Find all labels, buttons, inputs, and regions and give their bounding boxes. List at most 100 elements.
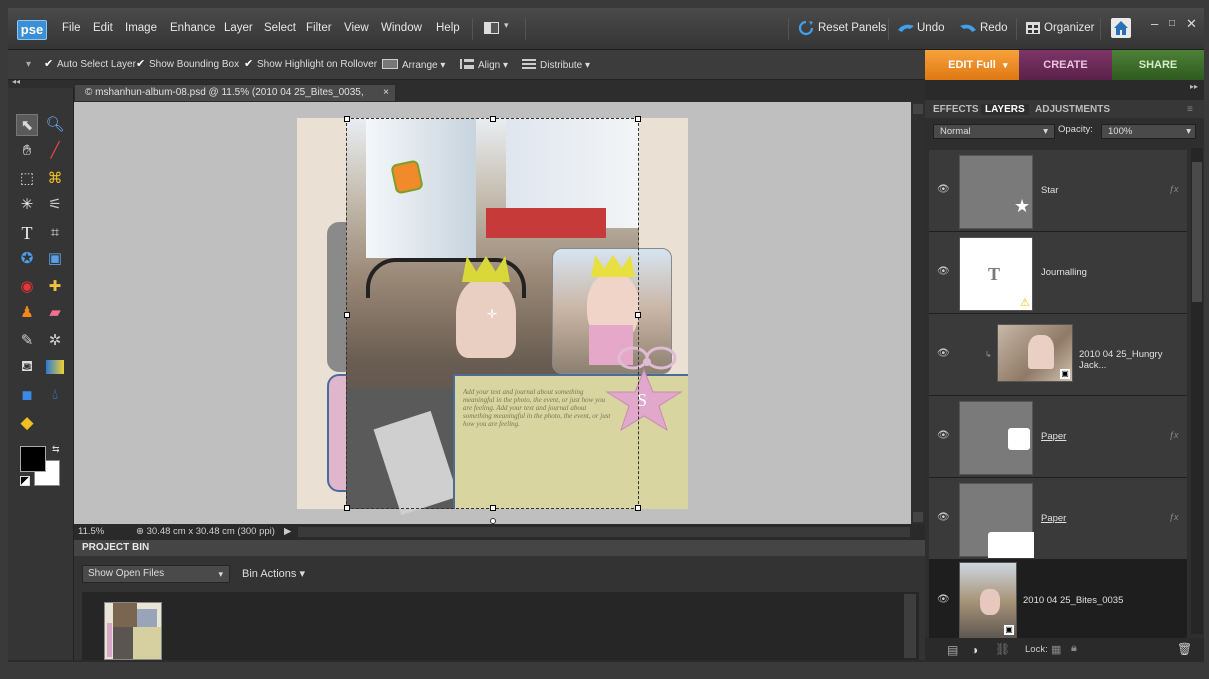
tab-create[interactable]: CREATE [1019, 50, 1112, 80]
adjustment-layer-icon[interactable]: ◑ [971, 643, 978, 657]
menu-help[interactable]: Help [436, 22, 460, 34]
menu-layer[interactable]: Layer [224, 22, 253, 34]
lock-transparency-icon[interactable]: ▦ [1051, 643, 1061, 656]
scrapbook-page[interactable]: Add your text and journal about somethin… [297, 116, 688, 524]
tab-layers[interactable]: LAYERS [981, 104, 1029, 115]
show-open-files-select[interactable]: Show Open Files ▾ [82, 565, 230, 583]
expand-icon[interactable]: ▸▸ [1190, 82, 1198, 91]
transform-handle[interactable] [490, 505, 496, 511]
transform-handle[interactable] [635, 116, 641, 122]
move-tool-icon[interactable]: ⬉ [16, 114, 38, 136]
layer-row[interactable]: 👁︎ T ⚠ Journalling [929, 232, 1187, 314]
show-bounding-box-checkbox[interactable]: ✔ Show Bounding Box [136, 59, 239, 71]
hand-tool-icon[interactable]: ✋︎ [16, 140, 38, 162]
visibility-eye-icon[interactable]: 👁︎ [937, 430, 951, 441]
menu-view[interactable]: View [344, 22, 369, 34]
brush-tool-icon[interactable]: ✎ [16, 330, 38, 352]
layers-scrollbar[interactable] [1191, 148, 1203, 634]
transform-handle[interactable] [344, 505, 350, 511]
bin-actions-menu[interactable]: Bin Actions ▾ [242, 567, 305, 580]
healing-brush-tool-icon[interactable]: ✚ [44, 276, 66, 298]
layer-row-selected[interactable]: 👁︎ ▣ 2010 04 25_Bites_0035 [929, 560, 1187, 642]
menu-window[interactable]: Window [381, 22, 422, 34]
organizer-button[interactable]: Organizer [1044, 22, 1095, 34]
bin-scrollbar[interactable] [904, 594, 916, 658]
crop-tool-icon[interactable]: ⌗ [44, 222, 66, 244]
swap-colors-icon[interactable]: ⇆ [52, 444, 60, 455]
layer-style-icon[interactable]: ƒx [1169, 430, 1179, 440]
collapse-icon[interactable]: ◂◂ [12, 77, 20, 86]
blend-mode-select[interactable]: Normal ▾ [933, 124, 1055, 139]
lasso-tool-icon[interactable]: ⌘ [44, 168, 66, 190]
menu-file[interactable]: File [62, 22, 81, 34]
canvas-horizontal-scrollbar[interactable] [298, 527, 910, 537]
smart-brush-tool-icon[interactable]: ✲ [44, 330, 66, 352]
type-tool-icon[interactable]: T [16, 222, 38, 244]
marquee-tool-icon[interactable]: ⬚ [16, 168, 38, 190]
minimize-icon[interactable]: – [1151, 16, 1158, 31]
paint-bucket-tool-icon[interactable]: ⛾ [16, 356, 38, 378]
trash-icon[interactable]: 🗑︎ [1177, 642, 1192, 656]
menu-image[interactable]: Image [125, 22, 157, 34]
show-highlight-checkbox[interactable]: ✔ Show Highlight on Rollover [244, 59, 377, 71]
maximize-icon[interactable]: □ [1169, 18, 1175, 29]
transform-handle[interactable] [635, 505, 641, 511]
scroll-up-icon[interactable] [913, 104, 923, 114]
new-layer-icon[interactable]: ▤ [947, 643, 958, 657]
menu-filter[interactable]: Filter [306, 22, 332, 34]
cookie-cutter-tool-icon[interactable]: ✪ [16, 248, 38, 270]
link-icon[interactable]: ⛓ [995, 642, 1010, 656]
sponge-tool-icon[interactable]: ◆ [16, 412, 38, 434]
canvas-vertical-scrollbar[interactable] [911, 102, 925, 524]
clone-stamp-tool-icon[interactable]: ♟ [16, 302, 38, 324]
document-tab[interactable]: © mshanhun-album-08.psd @ 11.5% (2010 04… [74, 84, 396, 114]
redo-button[interactable]: Redo [980, 22, 1008, 34]
layer-row[interactable]: 👁︎ ★ Star ƒx [929, 150, 1187, 232]
panel-menu-icon[interactable]: ≡ [1187, 104, 1193, 115]
layer-style-icon[interactable]: ƒx [1169, 184, 1179, 194]
undo-button[interactable]: Undo [917, 22, 945, 34]
visibility-eye-icon[interactable]: 👁︎ [937, 266, 951, 277]
auto-select-layer-checkbox[interactable]: ✔ Auto Select Layer [44, 59, 136, 71]
align-dropdown[interactable]: Align ▾ [460, 59, 508, 71]
quick-selection-tool-icon[interactable]: ⚟ [44, 194, 66, 216]
magic-wand-tool-icon[interactable]: ✳ [16, 194, 38, 216]
default-colors-icon[interactable] [20, 476, 30, 486]
visibility-eye-icon[interactable]: 👁︎ [937, 348, 951, 359]
arrange-dropdown[interactable]: Arrange ▾ [382, 59, 445, 71]
rotate-handle[interactable] [490, 518, 496, 524]
blur-tool-icon[interactable]: 💧︎ [44, 384, 66, 406]
tab-effects[interactable]: EFFECTS [933, 104, 979, 115]
tab-edit-full[interactable]: EDIT Full ▾ [925, 50, 1019, 80]
straighten-tool-icon[interactable]: ▣ [44, 248, 66, 270]
tab-adjustments[interactable]: ADJUSTMENTS [1035, 104, 1110, 115]
menu-select[interactable]: Select [264, 22, 296, 34]
layer-row[interactable]: 👁︎ ↳ ▣ 2010 04 25_Hungry Jack... [929, 314, 1187, 396]
reset-panels-button[interactable]: Reset Panels [818, 22, 886, 34]
visibility-eye-icon[interactable]: 👁︎ [937, 512, 951, 523]
shape-tool-icon[interactable]: ■ [16, 384, 38, 406]
layer-row[interactable]: 👁︎ Paper ƒx [929, 478, 1187, 560]
open-file-thumbnail[interactable] [104, 602, 162, 660]
transform-handle[interactable] [635, 312, 641, 318]
layer-row[interactable]: 👁︎ Paper ƒx [929, 396, 1187, 478]
workspace-layout-button[interactable]: ▾ [484, 20, 518, 38]
transform-handle[interactable] [344, 116, 350, 122]
home-icon[interactable] [1111, 18, 1131, 38]
eyedropper-tool-icon[interactable]: ╱ [44, 140, 66, 162]
scroll-down-icon[interactable] [913, 512, 923, 522]
zoom-level[interactable]: 11.5% [78, 524, 104, 540]
lock-all-icon[interactable]: 🔒︎ [1071, 642, 1077, 655]
red-eye-tool-icon[interactable]: ◉ [16, 276, 38, 298]
zoom-tool-icon[interactable]: 🔍︎ [44, 114, 66, 136]
transform-handle[interactable] [490, 116, 496, 122]
foreground-color-swatch[interactable] [20, 446, 46, 472]
opacity-input[interactable]: 100% ▾ [1101, 124, 1196, 139]
transform-handle[interactable] [344, 312, 350, 318]
visibility-eye-icon[interactable]: 👁︎ [937, 184, 951, 195]
menu-enhance[interactable]: Enhance [170, 22, 215, 34]
distribute-dropdown[interactable]: Distribute ▾ [522, 59, 590, 71]
tool-preset-dropdown-icon[interactable]: ▾ [26, 59, 31, 70]
tab-share[interactable]: SHARE [1112, 50, 1204, 80]
gradient-tool-icon[interactable] [46, 360, 64, 374]
